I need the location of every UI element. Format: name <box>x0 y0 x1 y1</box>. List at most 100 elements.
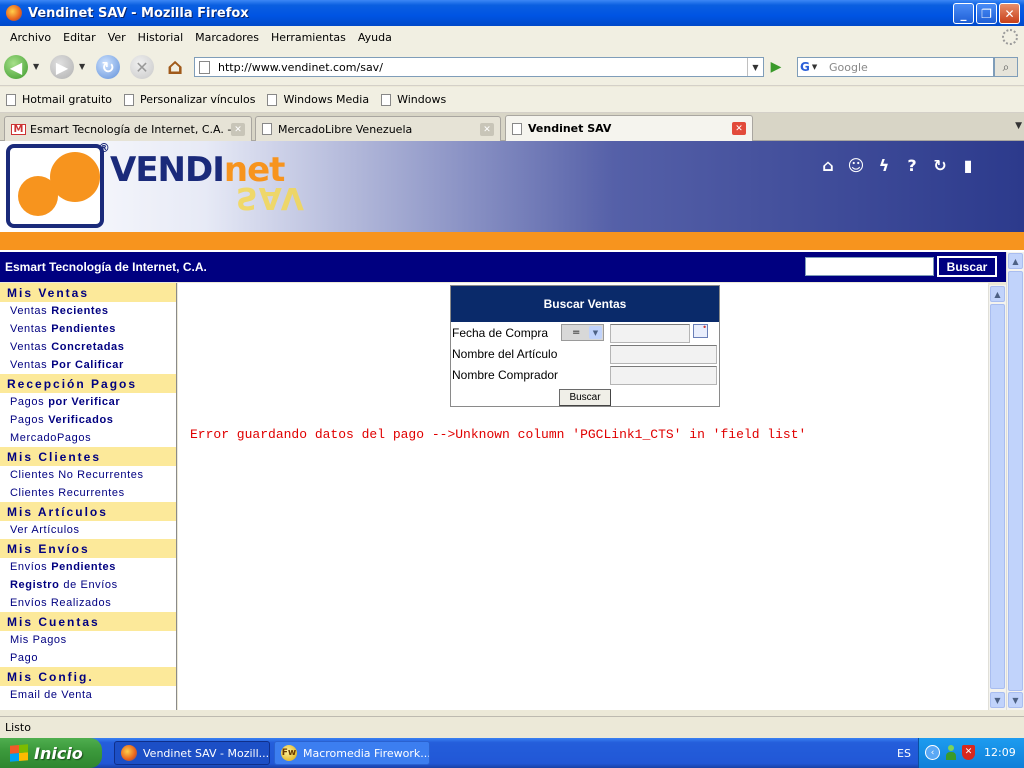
refresh-icon[interactable]: ↻ <box>930 156 950 175</box>
content-scrollbar[interactable]: ▲ ▼ <box>988 285 1006 710</box>
taskbar-item-firefox[interactable]: Vendinet SAV - Mozill... <box>114 741 270 765</box>
web-search-input[interactable]: Google <box>826 57 994 77</box>
maximize-button[interactable]: ❐ <box>976 3 997 24</box>
search-panel-title: Buscar Ventas <box>451 286 719 322</box>
home-icon[interactable]: ⌂ <box>818 156 838 175</box>
bookmark-label: Hotmail gratuito <box>22 93 113 106</box>
search-sales-button[interactable]: Buscar <box>559 389 611 406</box>
sidebar-item-ventas-recientes[interactable]: Ventas Recientes <box>0 302 176 320</box>
page-scrollbar[interactable]: ▲ ▼ <box>1006 252 1024 710</box>
stop-icon[interactable]: ✕ <box>130 55 154 79</box>
sidebar-item-envios-realizados[interactable]: Envíos Realizados <box>0 594 176 612</box>
taskbar-item-label: Macromedia Firework... <box>303 746 430 760</box>
clock[interactable]: 12:09 <box>984 746 1016 759</box>
sidebar-section-config: Mis Config. <box>0 667 176 686</box>
taskbar-item-label: Vendinet SAV - Mozill... <box>143 746 270 760</box>
scroll-down-icon[interactable]: ▼ <box>990 692 1005 708</box>
url-dropdown-icon[interactable]: ▼ <box>747 58 763 76</box>
security-shield-icon[interactable]: ✕ <box>962 745 975 760</box>
back-arrow-icon[interactable]: ◀ <box>4 55 28 79</box>
tab-close-icon[interactable]: ✕ <box>732 122 746 135</box>
page-icon <box>267 93 278 106</box>
sidebar-item-ventas-concretadas[interactable]: Ventas Concretadas <box>0 338 176 356</box>
sidebar-item-clientes-no-recurrentes[interactable]: Clientes No Recurrentes <box>0 466 176 484</box>
taskbar-item-fireworks[interactable]: Fw Macromedia Firework... <box>274 741 430 765</box>
tab-vendinet[interactable]: Vendinet SAV ✕ <box>505 115 753 141</box>
menu-ver[interactable]: Ver <box>102 31 132 44</box>
content-scroll-thumb[interactable] <box>990 304 1005 689</box>
date-operator-select[interactable]: = ▼ <box>561 324 604 341</box>
search-magnifier-icon[interactable]: ⌕ <box>994 57 1018 77</box>
fecha-compra-field[interactable] <box>610 324 690 343</box>
forward-history-dropdown-icon[interactable]: ▼ <box>79 62 85 71</box>
menu-ayuda[interactable]: Ayuda <box>352 31 398 44</box>
bookmark-hotmail[interactable]: Hotmail gratuito <box>6 93 112 106</box>
site-search-input[interactable] <box>805 257 934 276</box>
tray-expand-icon[interactable]: ‹ <box>925 745 940 760</box>
sidebar-item-pago[interactable]: Pago <box>0 649 176 667</box>
page-scroll-thumb[interactable] <box>1008 271 1023 691</box>
menu-editar[interactable]: Editar <box>57 31 102 44</box>
lightning-icon[interactable]: ϟ <box>874 156 894 175</box>
bookmark-windows[interactable]: Windows <box>381 93 446 106</box>
window-title: Vendinet SAV - Mozilla Firefox <box>28 5 249 21</box>
vendinet-logo[interactable] <box>6 144 104 228</box>
sidebar-item-clientes-recurrentes[interactable]: Clientes Recurrentes <box>0 484 176 502</box>
sidebar-item-mis-pagos[interactable]: Mis Pagos <box>0 631 176 649</box>
tab-esmart[interactable]: M Esmart Tecnología de Internet, C.A. - … <box>4 116 252 141</box>
sidebar-item-label: Ventas <box>10 323 48 335</box>
language-indicator[interactable]: ES <box>897 747 911 760</box>
tab-list-dropdown-icon[interactable]: ▼ <box>1015 121 1022 131</box>
user-icon[interactable]: ☺ <box>846 156 866 175</box>
sidebar-item-label: Ver Artículos <box>10 524 80 536</box>
forward-arrow-icon[interactable]: ▶ <box>50 55 74 79</box>
windows-flag-icon <box>10 744 28 762</box>
menu-herramientas[interactable]: Herramientas <box>265 31 352 44</box>
bookmark-personalizar[interactable]: Personalizar vínculos <box>124 93 255 106</box>
sidebar-item-ver-articulos[interactable]: Ver Artículos <box>0 521 176 539</box>
calendar-icon[interactable]: • <box>693 324 708 338</box>
sidebar-item-mercadopagos[interactable]: MercadoPagos <box>0 429 176 447</box>
url-bar[interactable]: http://www.vendinet.com/sav/ ▼ <box>194 57 764 77</box>
system-tray: ‹ ✕ 12:09 <box>918 738 1024 768</box>
minimize-button[interactable]: _ <box>953 3 974 24</box>
sidebar-item-email-venta[interactable]: Email de Venta <box>0 686 176 704</box>
home-icon[interactable]: ⌂ <box>163 55 187 80</box>
menu-archivo[interactable]: Archivo <box>4 31 57 44</box>
logo-text-main: VENDI <box>110 150 225 190</box>
search-engine-selector[interactable]: G ▼ <box>797 57 827 77</box>
messenger-icon[interactable] <box>945 745 957 760</box>
scroll-up-icon[interactable]: ▲ <box>1008 253 1023 269</box>
sidebar-item-pagos-verificados[interactable]: Pagos Verificados <box>0 411 176 429</box>
sidebar-section-cuentas: Mis Cuentas <box>0 612 176 631</box>
menu-historial[interactable]: Historial <box>132 31 189 44</box>
close-button[interactable]: ✕ <box>999 3 1020 24</box>
site-search-button[interactable]: Buscar <box>937 256 997 277</box>
window-titlebar[interactable]: Vendinet SAV - Mozilla Firefox _ ❐ ✕ <box>0 0 1024 26</box>
start-button[interactable]: Inicio <box>0 738 102 768</box>
sidebar-section-envios: Mis Envíos <box>0 539 176 558</box>
help-icon[interactable]: ? <box>902 156 922 175</box>
bookmark-windows-media[interactable]: Windows Media <box>267 93 369 106</box>
reload-icon[interactable]: ↻ <box>96 55 120 79</box>
scroll-up-icon[interactable]: ▲ <box>990 286 1005 302</box>
sidebar-item-registro-envios[interactable]: Registro de Envíos <box>0 576 176 594</box>
nombre-articulo-field[interactable] <box>610 345 717 364</box>
tab-close-icon[interactable]: ✕ <box>231 123 245 136</box>
scroll-down-icon[interactable]: ▼ <box>1008 692 1023 708</box>
tab-close-icon[interactable]: ✕ <box>480 123 494 136</box>
sidebar-item-ventas-por-calificar[interactable]: Ventas Por Calificar <box>0 356 176 374</box>
url-text[interactable]: http://www.vendinet.com/sav/ <box>218 61 383 74</box>
menu-marcadores[interactable]: Marcadores <box>189 31 265 44</box>
exit-door-icon[interactable]: ▮ <box>958 156 978 175</box>
tab-mercadolibre[interactable]: MercadoLibre Venezuela ✕ <box>255 116 501 141</box>
sidebar-item-pagos-por-verificar[interactable]: Pagos por Verificar <box>0 393 176 411</box>
sidebar-item-envios-pendientes[interactable]: Envíos Pendientes <box>0 558 176 576</box>
back-history-dropdown-icon[interactable]: ▼ <box>33 62 39 71</box>
nombre-comprador-field[interactable] <box>610 366 717 385</box>
page-icon <box>262 123 272 135</box>
sidebar-item-label-bold: Pendientes <box>51 323 116 335</box>
sidebar-item-label: Pagos <box>10 414 45 426</box>
go-arrow-icon[interactable]: ▶ <box>766 58 786 76</box>
sidebar-item-ventas-pendientes[interactable]: Ventas Pendientes <box>0 320 176 338</box>
